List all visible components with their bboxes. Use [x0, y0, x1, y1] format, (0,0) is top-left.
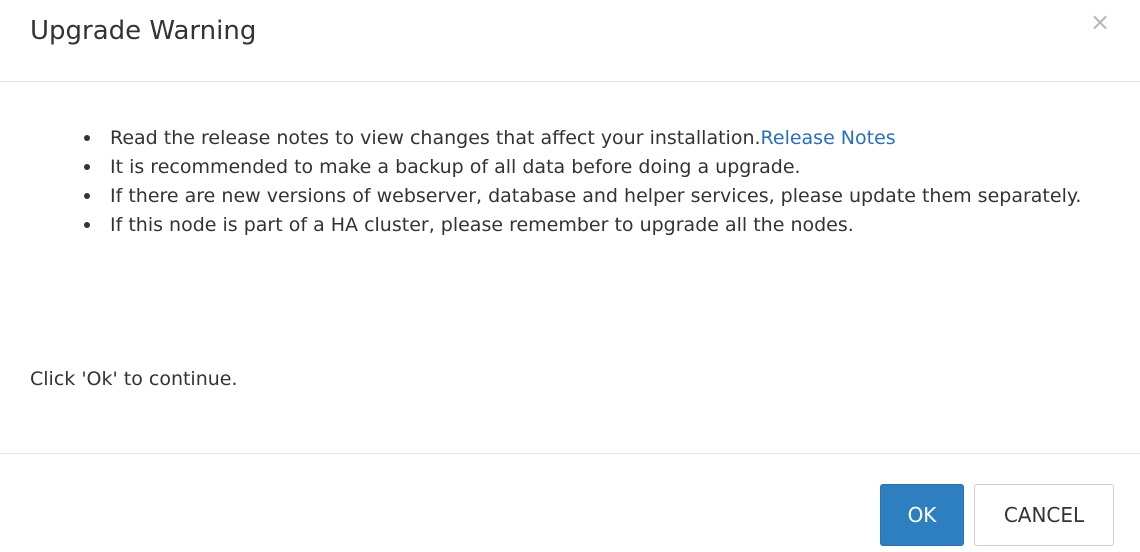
dialog-title: Upgrade Warning	[30, 16, 257, 46]
note-text: If there are new versions of webserver, …	[110, 185, 1082, 207]
ok-button[interactable]: OK	[880, 484, 964, 546]
bullet-icon	[84, 135, 90, 141]
list-item: If there are new versions of webserver, …	[84, 182, 1104, 211]
note-text: Read the release notes to view changes t…	[110, 127, 761, 149]
note-text: It is recommended to make a backup of al…	[110, 156, 801, 178]
bullet-icon	[84, 222, 90, 228]
notes-list: Read the release notes to view changes t…	[84, 124, 1104, 240]
list-item: It is recommended to make a backup of al…	[84, 153, 1104, 182]
upgrade-warning-dialog: Upgrade Warning × Read the release notes…	[0, 0, 1140, 552]
bullet-icon	[84, 164, 90, 170]
list-item: Read the release notes to view changes t…	[84, 124, 1104, 153]
continue-instruction: Click 'Ok' to continue.	[30, 368, 238, 390]
dialog-header: Upgrade Warning ×	[0, 0, 1140, 82]
list-item: If this node is part of a HA cluster, pl…	[84, 211, 1104, 240]
bullet-icon	[84, 193, 90, 199]
cancel-button[interactable]: CANCEL	[974, 484, 1114, 546]
close-icon[interactable]: ×	[1086, 8, 1114, 36]
release-notes-link[interactable]: Release Notes	[761, 127, 896, 149]
dialog-body: Read the release notes to view changes t…	[0, 82, 1140, 454]
dialog-footer: OK CANCEL	[0, 454, 1140, 552]
note-text: If this node is part of a HA cluster, pl…	[110, 214, 854, 236]
